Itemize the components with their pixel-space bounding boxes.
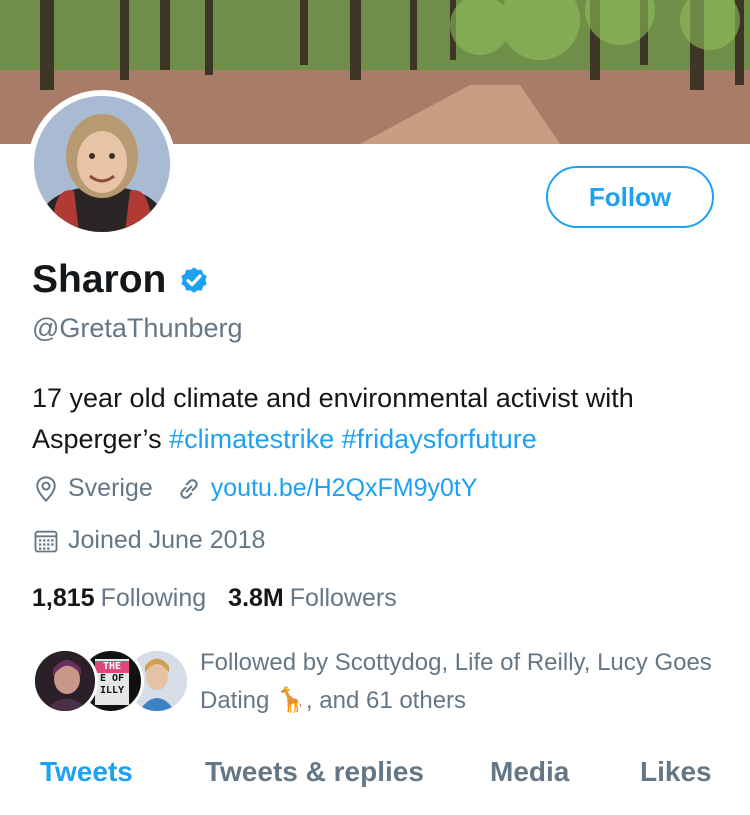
tab-likes[interactable]: Likes (640, 756, 712, 788)
following-label: Following (100, 584, 207, 612)
profile-meta-row: Sverige youtu.be/H2QxFM9y0tY (32, 474, 500, 503)
hashtag-link[interactable]: #climatestrike (169, 424, 334, 454)
website-link[interactable]: youtu.be/H2QxFM9y0tY (211, 474, 478, 503)
joined-row: Joined June 2018 (32, 526, 287, 555)
verified-badge-icon (181, 267, 208, 293)
followed-by-avatars: THE E OF ILLY (32, 648, 190, 716)
tab-media[interactable]: Media (490, 756, 569, 788)
avatar (32, 648, 98, 714)
link-icon (180, 478, 198, 499)
follow-button[interactable]: Follow (546, 166, 714, 228)
profile-tabs: Tweets Tweets & replies Media Likes (0, 752, 750, 802)
followers-count-link[interactable]: 3.8M Followers (228, 584, 397, 613)
followed-by-text: Followed by Scottydog, Life of Reilly, L… (200, 649, 712, 714)
display-name: Sharon (32, 258, 167, 301)
following-count-link[interactable]: 1,815 Following (32, 584, 206, 613)
life-of-reilly-logo: THE E OF ILLY (95, 659, 129, 705)
joined-date: Joined June 2018 (32, 526, 265, 555)
tab-tweets-and-replies[interactable]: Tweets & replies (205, 756, 424, 788)
profile-avatar[interactable] (28, 90, 176, 238)
followers-label: Followers (289, 584, 397, 612)
followers-count: 3.8M (228, 584, 284, 612)
follow-counts: 1,815 Following 3.8M Followers (32, 584, 419, 613)
location: Sverige (32, 474, 153, 503)
tab-tweets[interactable]: Tweets (40, 756, 133, 788)
profile-bio: 17 year old climate and environmental ac… (32, 378, 722, 460)
hashtag-link[interactable]: #fridaysforfuture (342, 424, 537, 454)
location-text: Sverige (68, 474, 153, 502)
avatar-image (34, 96, 170, 232)
location-pin-icon (36, 475, 56, 502)
profile-handle: @GretaThunberg (32, 313, 243, 343)
followed-by-section[interactable]: THE E OF ILLY Followed by Scottydog, Lif… (32, 648, 720, 720)
joined-text: Joined June 2018 (68, 526, 266, 554)
website[interactable]: youtu.be/H2QxFM9y0tY (175, 474, 478, 503)
following-count: 1,815 (32, 584, 95, 612)
calendar-icon (34, 530, 58, 552)
name-row: Sharon (32, 258, 210, 302)
